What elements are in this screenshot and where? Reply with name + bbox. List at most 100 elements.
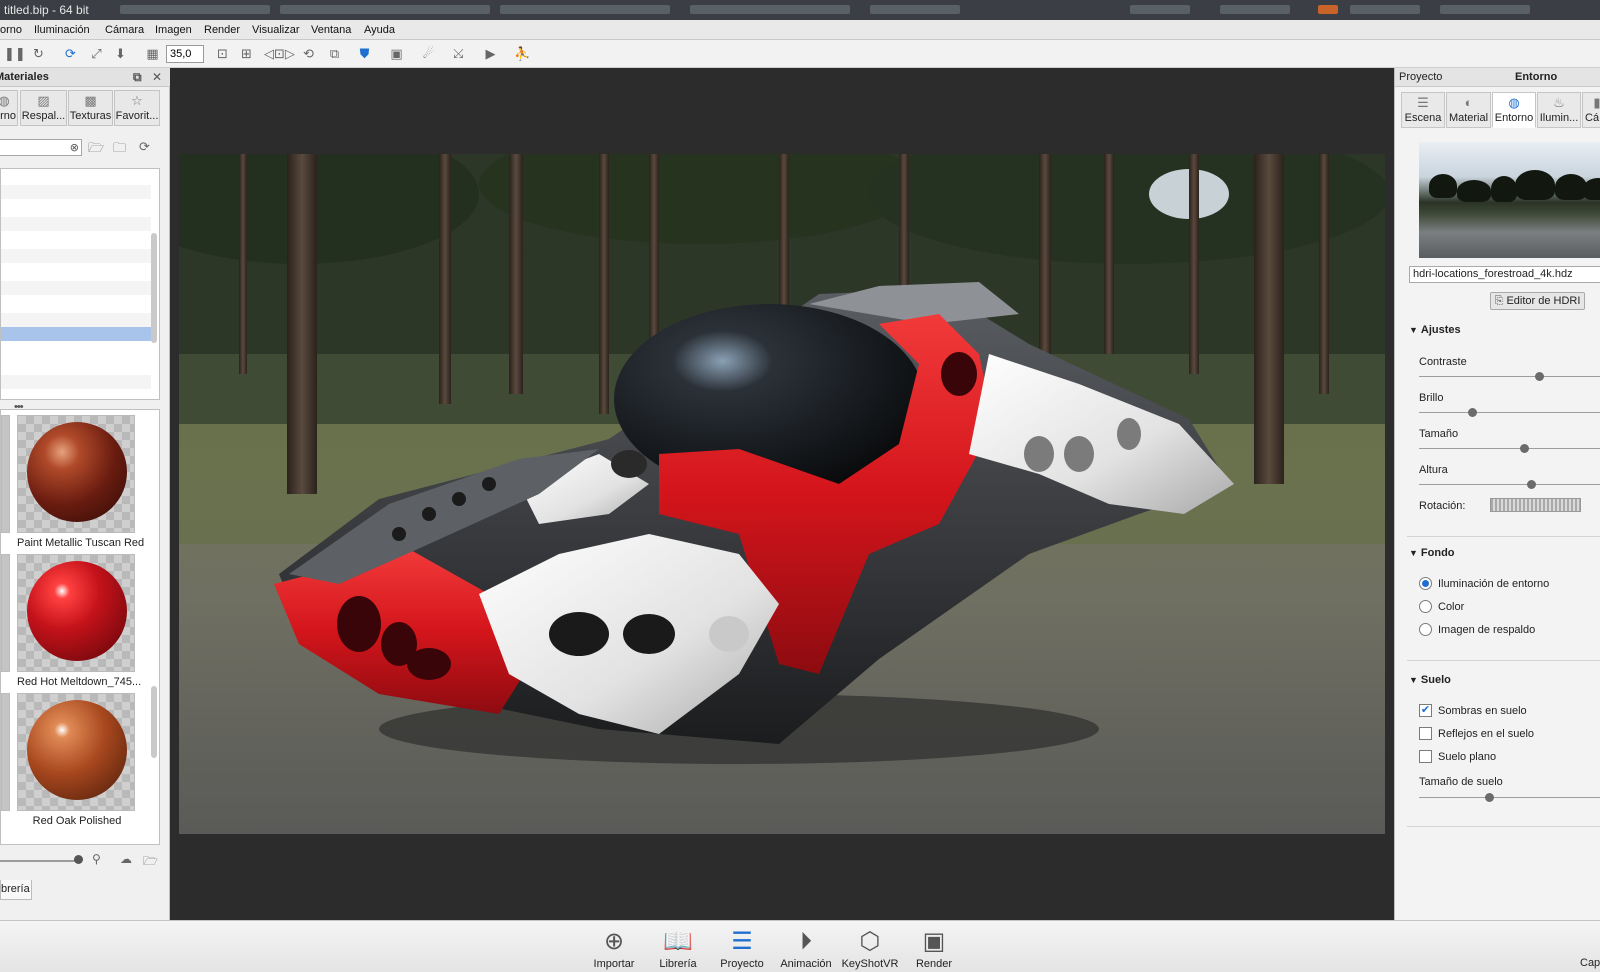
material-sphere <box>27 422 127 522</box>
animation-button[interactable]: ⏵ Animación <box>776 927 836 971</box>
material-card[interactable]: Paint Metallic Tuscan Red <box>17 415 144 551</box>
window-icon[interactable]: ▣ <box>388 45 405 62</box>
tab-escena[interactable]: ☰ Escena <box>1401 92 1445 128</box>
tab-texturas[interactable]: ▩ Texturas <box>68 90 113 126</box>
capture-label[interactable]: Cap <box>1580 957 1600 969</box>
import-button[interactable]: ⊕ Importar <box>584 927 644 971</box>
tab-camara[interactable]: ▮ Cá <box>1582 92 1600 128</box>
hdri-editor-button[interactable]: ⎘ Editor de HDRI <box>1490 292 1585 310</box>
zoom-region-icon[interactable]: ⊞ <box>238 45 255 62</box>
hdri-preview-image[interactable] <box>1419 142 1600 258</box>
tamano-suelo-knob[interactable] <box>1485 793 1495 802</box>
crop-icon[interactable]: ⤩ <box>450 45 467 62</box>
render-image[interactable] <box>179 154 1385 834</box>
rotate-icon[interactable]: ⟲ <box>300 45 317 62</box>
tamano-slider[interactable] <box>1419 448 1600 449</box>
tab-entorno-active[interactable]: ◍ Entorno <box>1492 92 1536 128</box>
tamano-knob[interactable] <box>1519 444 1529 453</box>
section-suelo[interactable]: ▼ Suelo <box>1409 674 1451 686</box>
zoom-icon[interactable]: ⊡ <box>214 45 231 62</box>
brillo-slider[interactable] <box>1419 412 1600 413</box>
tamano-suelo-slider[interactable] <box>1419 797 1600 798</box>
thumbnail-size-slider[interactable] <box>0 860 80 862</box>
search-icon[interactable]: ⚲ <box>92 852 101 866</box>
radio-color[interactable] <box>1419 600 1432 613</box>
tab-iluminacion[interactable]: ♨ Ilumin... <box>1537 92 1581 128</box>
refresh-icon[interactable]: ↻ <box>30 45 47 62</box>
zoom-input[interactable] <box>166 45 204 63</box>
brillo-label: Brillo <box>1419 392 1444 404</box>
sync-icon[interactable]: ⟳ <box>139 139 150 155</box>
menu-imagen[interactable]: Imagen <box>155 20 192 40</box>
script-icon[interactable]: ▶ <box>482 45 499 62</box>
project-button[interactable]: ☰ Proyecto <box>712 927 772 971</box>
menu-ventana[interactable]: Ventana <box>311 20 351 40</box>
library-search-input[interactable]: ⊗ <box>0 139 82 156</box>
light-icon[interactable]: ☄ <box>420 45 437 62</box>
render-button[interactable]: ▣ Render <box>904 927 964 971</box>
tab-libreria[interactable]: brería <box>0 880 32 900</box>
drop-down-arrow-icon[interactable]: ⬇ <box>112 45 129 62</box>
menu-iluminacion[interactable]: Iluminación <box>34 20 90 40</box>
checkbox-suelo-plano[interactable] <box>1419 750 1432 763</box>
copy-icon[interactable]: ⧉ <box>326 45 343 62</box>
menu-camara[interactable]: Cámara <box>105 20 144 40</box>
thumbnails-scrollbar[interactable] <box>151 686 157 758</box>
menu-entorno[interactable]: orno <box>0 20 22 40</box>
grid-icon[interactable]: ▦ <box>144 45 161 62</box>
option-label: Color <box>1438 601 1465 613</box>
shield-icon[interactable]: ⛊ <box>356 45 373 62</box>
altura-knob[interactable] <box>1527 480 1537 489</box>
material-card[interactable]: Red Hot Meltdown_745... <box>17 554 141 690</box>
material-card[interactable]: Red Oak Polished <box>17 693 137 829</box>
reset-icon[interactable]: ⟳ <box>62 45 79 62</box>
upload-icon[interactable]: ☁ <box>120 852 132 866</box>
radio-iluminacion-entorno[interactable] <box>1419 577 1432 590</box>
folder-icon[interactable]: 🗁 <box>143 852 158 873</box>
folder-open-icon[interactable]: 🗁 <box>88 139 104 161</box>
menu-render[interactable]: Render <box>204 20 240 40</box>
checkbox-reflejos-suelo[interactable] <box>1419 727 1432 740</box>
section-ajustes[interactable]: ▼ Ajustes <box>1409 324 1461 336</box>
thumbnail-size-knob[interactable] <box>74 855 83 864</box>
close-icon[interactable]: ✕ <box>152 68 162 87</box>
option-label: Imagen de respaldo <box>1438 624 1536 636</box>
material-thumbnail <box>17 415 135 533</box>
pause-icon[interactable]: ❚❚ <box>4 45 26 62</box>
folder-add-icon[interactable]: 🗀 <box>113 139 126 161</box>
fit-icon[interactable]: ⤢ <box>88 45 105 62</box>
tree-scrollbar[interactable] <box>151 233 157 343</box>
rotacion-dial[interactable] <box>1490 498 1581 512</box>
tree-row[interactable] <box>1 281 151 295</box>
tree-row[interactable] <box>1 249 151 263</box>
menu-visualizar[interactable]: Visualizar <box>252 20 300 40</box>
checkbox-sombras-suelo[interactable]: ✔ <box>1419 704 1432 717</box>
tree-row[interactable] <box>1 313 151 327</box>
tree-row[interactable] <box>1 217 151 231</box>
tab-favoritos[interactable]: ☆ Favorit... <box>114 90 160 126</box>
library-folder-tree[interactable] <box>0 168 160 400</box>
tab-material[interactable]: ◐ Material <box>1446 92 1491 128</box>
float-icon[interactable]: ⧉ <box>133 68 142 87</box>
clear-search-icon[interactable]: ⊗ <box>70 141 79 154</box>
altura-slider[interactable] <box>1419 484 1600 485</box>
contraste-knob[interactable] <box>1534 372 1544 381</box>
tab-respaldo[interactable]: ▨ Respal... <box>20 90 67 126</box>
section-fondo[interactable]: ▼ Fondo <box>1409 547 1455 559</box>
keyshotvr-button[interactable]: ⬡ KeyShotVR <box>840 927 900 971</box>
thumbnail-edge <box>1 554 10 672</box>
contraste-slider[interactable] <box>1419 376 1600 377</box>
render-viewport[interactable] <box>171 68 1394 920</box>
tree-row[interactable] <box>1 375 151 389</box>
hdri-file-name[interactable]: hdri-locations_forestroad_4k.hdz <box>1409 266 1600 283</box>
material-sphere <box>27 700 127 800</box>
library-button[interactable]: 📖 Librería <box>648 927 708 971</box>
brillo-knob[interactable] <box>1468 408 1478 417</box>
tree-row-selected[interactable] <box>1 327 151 341</box>
tree-row[interactable] <box>1 185 151 199</box>
tab-entorno[interactable]: ◍ rno <box>0 90 18 126</box>
radio-imagen-respaldo[interactable] <box>1419 623 1432 636</box>
pose-icon[interactable]: ⛹ <box>514 45 531 62</box>
menu-ayuda[interactable]: Ayuda <box>364 20 395 40</box>
camera-nav-icon[interactable]: ◁⊡▷ <box>264 45 295 62</box>
